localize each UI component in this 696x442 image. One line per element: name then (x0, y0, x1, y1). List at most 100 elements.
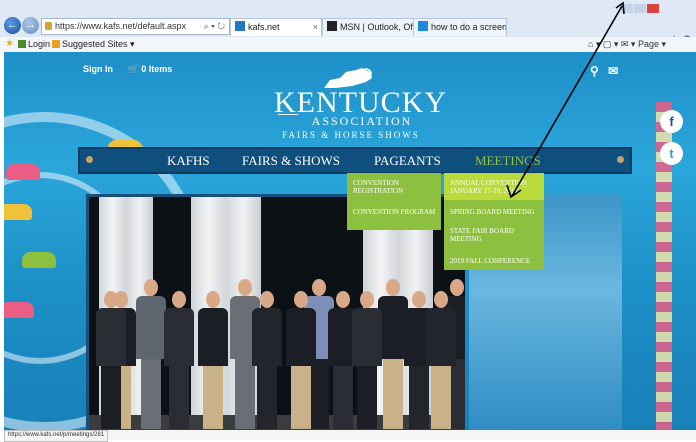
person-head (104, 291, 118, 308)
maximize-button[interactable] (634, 4, 646, 13)
meetings-dropdown-left: CONVENTION REGISTRATION CONVENTION PROGR… (347, 173, 441, 230)
ferris-wheel-car (22, 252, 56, 268)
logo-divider (278, 114, 298, 115)
kafs-favicon-icon (235, 21, 245, 31)
address-bar[interactable]: https://www.kafs.net/default.aspx ⌕ ▾ ↻ (41, 18, 230, 35)
person-body (164, 308, 194, 366)
person-head (386, 279, 400, 296)
favorite-suggested-sites[interactable]: Suggested Sites ▾ (52, 39, 135, 50)
person-figure (351, 291, 383, 429)
login-label: Login (28, 39, 51, 49)
social-links: f t (660, 110, 683, 174)
tab-label: MSN | Outlook, Office, S... (340, 22, 413, 32)
page-menu[interactable]: Page ▾ (638, 39, 666, 49)
command-bar[interactable]: ⌂ ▾ ▢ ▾ ✉ ▾ Page ▾ (588, 39, 666, 50)
nav-fairs-shows[interactable]: FAIRS & SHOWS (242, 153, 340, 169)
person-body (198, 308, 228, 366)
kafhs-logo[interactable]: KENTUCKY ASSOCIATION FAIRS & HORSE SHOWS (274, 64, 446, 142)
facebook-icon[interactable]: f (660, 110, 683, 133)
person-legs (333, 366, 353, 429)
person-head (360, 291, 374, 308)
person-body (96, 308, 126, 366)
lock-icon (45, 22, 52, 30)
favorites-star-icon[interactable]: ★ (5, 38, 14, 49)
person-figure (95, 291, 127, 429)
tab-label: how to do a screenshot ... (431, 22, 507, 32)
person-head (206, 291, 220, 308)
person-head (144, 279, 158, 296)
favorites-bar: ★ Login Suggested Sites ▾ ⌂ ▾ ▢ ▾ ✉ ▾ Pa… (0, 37, 696, 52)
menu-state-fair-board-meeting[interactable]: STATE FAIR BOARD MEETING (450, 227, 540, 243)
menu-annual-convention[interactable]: ANNUAL CONVENTION JANUARY 17-19, 2019 (450, 179, 540, 195)
person-head (434, 291, 448, 308)
twitter-icon[interactable]: t (660, 142, 683, 165)
person-legs (431, 366, 451, 429)
person-legs (291, 366, 311, 429)
person-body (252, 308, 282, 366)
back-button[interactable]: ← (4, 17, 21, 34)
person-head (336, 291, 350, 308)
person-body (286, 308, 316, 366)
nav-meetings[interactable]: MEETINGS (475, 153, 541, 169)
status-url: https://www.kafs.net/p/meetings/281 (4, 430, 109, 442)
ferris-wheel-car (6, 164, 40, 180)
menu-convention-registration[interactable]: CONVENTION REGISTRATION (353, 179, 437, 195)
menu-convention-program[interactable]: CONVENTION PROGRAM (353, 208, 437, 216)
forward-arrow-icon: → (25, 19, 36, 31)
forward-button[interactable]: → (22, 17, 39, 34)
account-bar: Sign In 🛒 0 Items (83, 64, 172, 75)
close-window-button[interactable] (647, 4, 659, 13)
ferris-wheel-car (4, 302, 34, 318)
sign-in-link[interactable]: Sign In (83, 64, 113, 74)
person-head (412, 291, 426, 308)
person-legs (141, 359, 161, 429)
close-tab-icon[interactable]: × (313, 19, 318, 36)
search-icon[interactable]: ⚲ (590, 64, 599, 78)
mail-icon[interactable]: ✉ (608, 64, 618, 78)
main-nav: KAFHS FAIRS & SHOWS PAGEANTS MEETINGS (78, 147, 632, 174)
nav-bolt-decoration (617, 156, 624, 163)
bing-favicon-icon (418, 21, 428, 31)
person-figure (163, 291, 195, 429)
person-figure (251, 291, 283, 429)
address-url: https://www.kafs.net/default.aspx (55, 21, 187, 31)
person-legs (357, 366, 377, 429)
menu-fall-conference[interactable]: 2019 FALL CONFERENCE (450, 257, 542, 265)
kafs-web-page: Sign In 🛒 0 Items ⚲ ✉ KENTUCKY ASSOCIATI… (4, 52, 696, 430)
ferris-wheel-car (4, 204, 32, 220)
tab-screenshot[interactable]: how to do a screenshot ... (413, 18, 507, 36)
tab-kafs[interactable]: kafs.net × (230, 18, 322, 36)
favorite-login[interactable]: Login (18, 39, 50, 49)
tab-label: kafs.net (248, 22, 280, 32)
login-icon (18, 40, 26, 48)
menu-spring-board-meeting[interactable]: SPRING BOARD MEETING (450, 208, 542, 216)
person-body (426, 308, 456, 366)
window-controls (620, 0, 660, 13)
msn-favicon-icon (327, 21, 337, 31)
person-figure (197, 291, 229, 429)
address-controls[interactable]: ⌕ ▾ ↻ (204, 19, 225, 34)
suggested-sites-icon (52, 40, 60, 48)
person-head (172, 291, 186, 308)
logo-tagline: FAIRS & HORSE SHOWS (282, 130, 420, 140)
minimize-button[interactable] (621, 4, 633, 13)
person-legs (383, 359, 403, 429)
person-head (294, 291, 308, 308)
person-figure (425, 291, 457, 429)
tab-msn[interactable]: MSN | Outlook, Office, S... (322, 18, 414, 36)
address-row: ← → https://www.kafs.net/default.aspx ⌕ … (0, 16, 696, 46)
back-arrow-icon: ← (7, 19, 18, 31)
suggested-label: Suggested Sites ▾ (62, 39, 135, 49)
person-head (260, 291, 274, 308)
cart-count: 0 Items (141, 64, 173, 74)
cart-icon: 🛒 (127, 64, 139, 74)
person-legs (257, 366, 277, 429)
meetings-dropdown-right: ANNUAL CONVENTION JANUARY 17-19, 2019 SP… (444, 173, 544, 270)
nav-pageants[interactable]: PAGEANTS (374, 153, 441, 169)
nav-bolt-decoration (86, 156, 93, 163)
top-icons: ⚲ ✉ (590, 64, 618, 78)
person-figure (285, 291, 317, 429)
nav-kafhs[interactable]: KAFHS (167, 153, 210, 169)
cart-link[interactable]: 🛒 0 Items (128, 64, 173, 75)
person-legs (101, 366, 121, 429)
